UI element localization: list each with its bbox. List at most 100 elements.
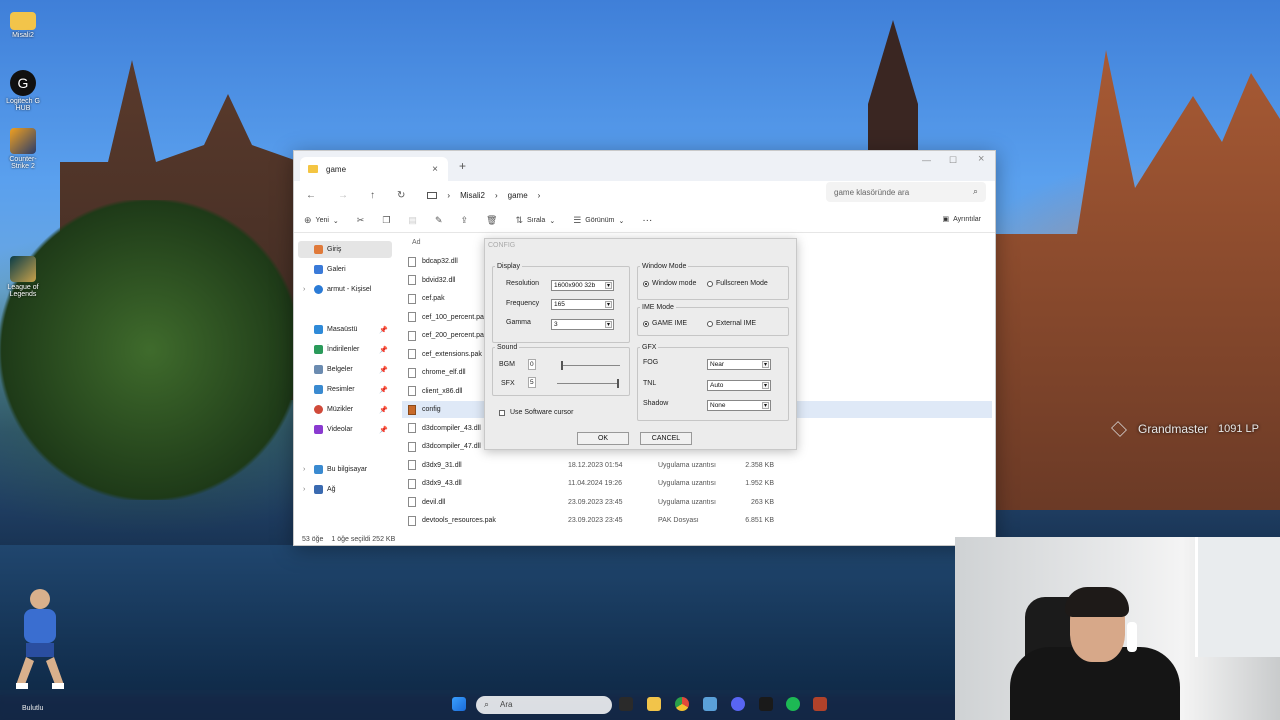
webcam-feed — [955, 537, 1280, 720]
discord-icon[interactable] — [731, 697, 745, 711]
desktop-icon-cs2[interactable]: Counter-Strike 2 — [2, 128, 44, 170]
file-type: Uygulama uzantısı — [658, 461, 716, 469]
forward-icon[interactable]: → — [338, 190, 348, 201]
desktop-icon-ghub[interactable]: G Logitech G HUB — [2, 70, 44, 112]
fog-select[interactable]: Near ▾ — [707, 359, 771, 370]
chevron-right-icon: › — [303, 466, 306, 473]
pc-icon — [314, 465, 323, 474]
shadow-select[interactable]: None ▾ — [707, 400, 771, 411]
game-icon[interactable] — [813, 697, 827, 711]
sidebar-item-onedrive[interactable]: › armut - Kişisel — [298, 281, 392, 298]
maximize-icon[interactable]: ☐ — [949, 155, 957, 166]
up-icon[interactable]: ↑ — [370, 190, 375, 201]
close-tab-icon[interactable]: × — [432, 164, 438, 175]
app-settings-icon[interactable] — [703, 697, 717, 711]
file-row[interactable]: d3dx9_31.dll 18.12.2023 01:54 Uygulama uza… — [402, 457, 992, 474]
external-ime-radio[interactable]: External IME — [707, 320, 756, 327]
windows-start-icon[interactable] — [452, 697, 466, 711]
config-dialog: CONFIG Display Resolution 1600x900 32b ▾ … — [484, 238, 797, 450]
delete-button[interactable]: 🗑 — [486, 215, 497, 226]
bgm-slider-thumb[interactable] — [561, 361, 563, 370]
resolution-select[interactable]: 1600x900 32b ▾ — [551, 280, 614, 291]
sidebar-item-videos[interactable]: Videolar 📌 — [298, 421, 392, 438]
sidebar-item-downloads[interactable]: İndirilenler 📌 — [298, 341, 392, 358]
sort-button[interactable]: ⇅ Sırala ⌄ — [515, 215, 555, 226]
trash-icon: 🗑 — [486, 215, 498, 225]
spotify-icon[interactable] — [786, 697, 800, 711]
taskbar-search[interactable]: ⌕ Ara — [476, 696, 612, 714]
paste-button[interactable]: ▤ — [408, 215, 417, 226]
column-header-name[interactable]: Ad — [412, 239, 421, 246]
new-tab-icon[interactable]: + — [459, 159, 466, 173]
file-icon — [408, 367, 416, 378]
rank-name: Grandmaster — [1138, 422, 1209, 436]
tnl-select[interactable]: Auto ▾ — [707, 380, 771, 391]
new-button[interactable]: ⊕ Yeni ⌄ — [304, 215, 339, 226]
cut-button[interactable]: ✂ — [357, 215, 365, 226]
logitech-g-icon: G — [10, 70, 36, 96]
rank-crest-icon — [1111, 421, 1127, 437]
desktop-icon-misali2[interactable]: Misali2 — [2, 8, 44, 39]
pin-icon: 📌 — [379, 366, 388, 374]
file-icon — [408, 497, 416, 507]
file-size: 263 KB — [751, 498, 774, 506]
sort-icon: ⇅ — [515, 215, 524, 225]
title-bar: game × + — ☐ × — [294, 151, 995, 181]
sidebar-item-label: Resimler — [327, 386, 355, 393]
fullscreen-mode-radio[interactable]: Fullscreen Mode — [707, 280, 768, 287]
software-cursor-checkbox[interactable] — [499, 410, 505, 416]
headphones-icon — [1127, 622, 1137, 652]
sidebar-item-pictures[interactable]: Resimler 📌 — [298, 381, 392, 398]
sfx-value: 5 — [530, 379, 534, 386]
sfx-slider-thumb[interactable] — [617, 379, 619, 388]
search-input[interactable]: game klasöründe ara ⌕ — [826, 182, 986, 202]
sidebar-item-gallery[interactable]: Galeri — [298, 261, 392, 278]
weather-widget[interactable]: Bulutlu — [22, 705, 43, 712]
frequency-select[interactable]: 165 ▾ — [551, 299, 614, 310]
sidebar-item-network[interactable]: › Ağ — [298, 481, 392, 498]
copy-icon: ❐ — [382, 215, 391, 225]
app-icon[interactable] — [759, 697, 773, 711]
more-button[interactable]: ··· — [642, 215, 652, 226]
file-icon — [408, 515, 416, 526]
rename-button[interactable]: ✎ — [435, 215, 443, 226]
sidebar-item-music[interactable]: Müzikler 📌 — [298, 401, 392, 418]
pin-icon: 📌 — [379, 426, 388, 434]
sidebar-item-this-pc[interactable]: › Bu bilgisayar — [298, 461, 392, 478]
minimize-icon[interactable]: — — [922, 155, 931, 165]
file-row[interactable]: devil.dll 23.09.2023 23:45 Uygulama uzantı… — [402, 494, 992, 511]
sidebar-item-desktop[interactable]: Masaüstü 📌 — [298, 321, 392, 338]
chevron-down-icon: ▾ — [762, 361, 769, 368]
sidebar-item-home[interactable]: Giriş — [298, 241, 392, 258]
task-view-icon[interactable] — [619, 697, 633, 711]
gamma-select[interactable]: 3 ▾ — [551, 319, 614, 330]
back-icon[interactable]: ← — [306, 190, 316, 201]
file-row[interactable]: devtools_resources.pak 23.09.2023 23:45 PA… — [402, 512, 992, 529]
pin-icon: 📌 — [379, 386, 388, 394]
shadow-label: Shadow — [643, 400, 669, 407]
file-explorer-icon[interactable] — [647, 697, 661, 711]
sidebar-item-documents[interactable]: Belgeler 📌 — [298, 361, 392, 378]
refresh-icon[interactable]: ↻ — [397, 190, 405, 201]
sidebar-item-label: Ağ — [327, 486, 336, 493]
copy-button[interactable]: ❐ — [382, 215, 390, 226]
share-button[interactable]: ⇪ — [460, 215, 468, 226]
gamma-label: Gamma — [506, 319, 531, 326]
window-mode-radio[interactable]: Window mode — [643, 280, 696, 287]
cancel-button[interactable]: CANCEL — [640, 432, 692, 445]
sfx-slider[interactable] — [557, 383, 619, 384]
file-icon — [408, 330, 416, 341]
breadcrumb-item[interactable]: game — [508, 191, 528, 200]
ok-button[interactable]: OK — [577, 432, 629, 445]
tab-game[interactable]: game × — [300, 157, 448, 181]
breadcrumb-item[interactable]: Misali2 — [460, 191, 485, 200]
chrome-icon[interactable] — [675, 697, 689, 711]
close-window-icon[interactable]: × — [978, 153, 984, 165]
game-ime-radio[interactable]: GAME IME — [643, 320, 687, 327]
bgm-value: 0 — [530, 361, 534, 368]
bgm-slider[interactable] — [561, 365, 620, 366]
file-row[interactable]: d3dx9_43.dll 11.04.2024 19:26 Uygulama uza… — [402, 475, 992, 492]
view-button[interactable]: ☰ Görünüm ⌄ — [573, 215, 624, 226]
details-button[interactable]: ▣ Ayrıntılar — [942, 215, 981, 224]
desktop-icon-lol[interactable]: League of Legends — [2, 256, 44, 298]
